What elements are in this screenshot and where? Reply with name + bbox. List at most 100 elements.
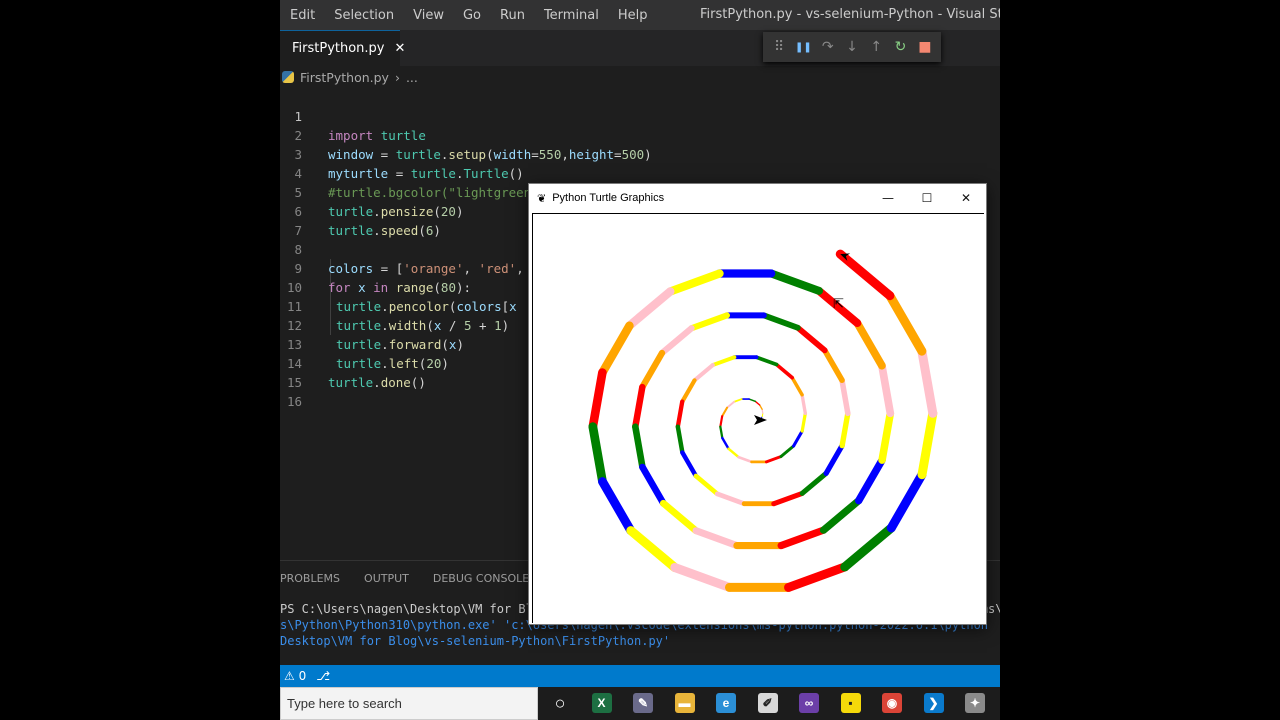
spiral-segment xyxy=(719,415,724,428)
spiral-segment xyxy=(853,319,886,370)
menu-edit[interactable]: Edit xyxy=(280,8,324,23)
cortana-icon[interactable]: ○ xyxy=(550,693,570,713)
spiral-segment xyxy=(819,496,863,534)
code-line: 4 #turtle.bgcolor("lightgreen") xyxy=(280,145,1000,200)
breadcrumb-more[interactable]: ... xyxy=(406,70,418,85)
turtle-graphics-window[interactable]: ❦ Python Turtle Graphics — ☐ ✕ ⇱ xyxy=(528,183,987,625)
spiral-segment xyxy=(917,408,938,480)
tab-firstpython[interactable]: FirstPython.py ✕ xyxy=(280,30,405,66)
vscode-window: Edit Selection View Go Run Terminal Help… xyxy=(280,0,1000,720)
stop-icon[interactable]: ■ xyxy=(916,38,934,56)
spiral-segment xyxy=(680,450,699,479)
edge-icon[interactable]: e xyxy=(716,693,736,713)
taskbar-search-input[interactable]: Type here to search xyxy=(280,687,538,720)
turtle-canvas[interactable]: ⇱ xyxy=(532,213,984,623)
status-bar: ⚠ 0 ⎇ xyxy=(280,665,1000,687)
spiral-segment xyxy=(800,393,808,415)
spiral-segment xyxy=(800,411,807,433)
breadcrumb-file[interactable]: FirstPython.py xyxy=(300,70,389,85)
spiral-segment xyxy=(737,455,753,464)
spiral-segment xyxy=(799,470,829,496)
turtle-arrow-icon xyxy=(754,415,767,425)
line-number: 16 xyxy=(286,394,302,409)
spiral-segment xyxy=(688,312,731,332)
spiral-segment xyxy=(854,456,886,505)
spiral-segment xyxy=(658,325,695,357)
spiral-segment xyxy=(598,321,634,377)
spiral-segment xyxy=(721,436,730,450)
spiral-segment xyxy=(632,383,646,430)
maximize-button[interactable]: ☐ xyxy=(907,184,947,212)
spiral-segment xyxy=(748,398,757,403)
menu-terminal[interactable]: Terminal xyxy=(534,8,608,23)
file-explorer-icon[interactable]: ▬ xyxy=(674,693,695,713)
warnings-status[interactable]: ⚠ 0 xyxy=(284,669,306,683)
visual-studio-icon[interactable]: ∞ xyxy=(799,693,819,713)
spiral-segment xyxy=(588,368,607,432)
spiral-segment xyxy=(821,347,845,384)
spiral-segment xyxy=(632,423,646,471)
minimize-button[interactable]: — xyxy=(868,184,908,212)
close-button[interactable]: ✕ xyxy=(946,184,986,212)
spiral-segment xyxy=(839,377,851,417)
spiral-segment xyxy=(639,349,666,391)
sticky-notes-icon[interactable]: ▪ xyxy=(840,693,861,713)
step-out-icon[interactable]: ↑ xyxy=(867,38,885,56)
tab-problems[interactable]: PROBLEMS xyxy=(280,572,340,585)
restart-icon[interactable]: ↻ xyxy=(892,38,910,56)
debug-toolbar: ⠿ ❚❚ ↷ ↓ ↑ ↻ ■ xyxy=(763,32,941,62)
tab-debug-console[interactable]: DEBUG CONSOLE xyxy=(433,572,529,585)
spiral-segment xyxy=(774,362,795,380)
turtle-window-titlebar[interactable]: ❦ Python Turtle Graphics — ☐ ✕ xyxy=(529,184,986,212)
menu-go[interactable]: Go xyxy=(453,8,490,23)
code-line: 2 window = turtle.setup(width=550,height… xyxy=(280,107,1000,162)
spiral-segment xyxy=(670,563,734,592)
spiral-segment xyxy=(675,424,685,455)
menu-run[interactable]: Run xyxy=(490,8,534,23)
code-line: 3 myturtle = turtle.Turtle() xyxy=(280,126,1000,181)
paint-icon[interactable]: ✎ xyxy=(633,693,653,713)
notepad-icon[interactable]: ✐ xyxy=(757,693,778,713)
vscode-icon[interactable]: ❯ xyxy=(923,693,944,713)
menu-view[interactable]: View xyxy=(403,8,453,23)
excel-icon[interactable]: X xyxy=(591,693,612,713)
menu-selection[interactable]: Selection xyxy=(324,8,403,23)
spiral-segment xyxy=(733,398,743,403)
spiral-segment xyxy=(680,378,697,404)
spiral-segment xyxy=(714,491,747,507)
spiral-segment xyxy=(719,425,724,440)
spiral-segment xyxy=(823,442,845,476)
pause-icon[interactable]: ❚❚ xyxy=(794,38,812,56)
window-title: FirstPython.py - vs-selenium-Python - Vi… xyxy=(700,7,1000,22)
remote-icon[interactable]: ⎇ xyxy=(316,669,330,683)
mouse-cursor-icon: ⇱ xyxy=(833,297,844,312)
step-over-icon[interactable]: ↷ xyxy=(819,38,837,56)
spiral-segment xyxy=(840,523,896,572)
spiral-segment xyxy=(771,490,805,507)
spiral-segment xyxy=(767,269,824,295)
drag-handle-icon[interactable]: ⠿ xyxy=(770,38,788,56)
spiral-segment xyxy=(626,526,680,573)
step-into-icon[interactable]: ↓ xyxy=(843,38,861,56)
tab-label: FirstPython.py xyxy=(292,41,385,56)
tab-close-icon[interactable]: ✕ xyxy=(395,41,406,56)
python-file-icon xyxy=(282,71,294,83)
spiral-segment xyxy=(777,526,828,550)
spiral-segment xyxy=(727,447,740,459)
tab-output[interactable]: OUTPUT xyxy=(364,572,409,585)
spiral-segment xyxy=(693,473,720,497)
windows-taskbar: Type here to search ○ X ✎ ▬ e ✐ ∞ ▪ ◉ ❯ ✦ xyxy=(280,687,1000,720)
menu-help[interactable]: Help xyxy=(608,8,657,23)
spiral-segment xyxy=(721,406,729,418)
spiral-segment xyxy=(794,324,828,354)
spiral-segment xyxy=(692,527,741,550)
breadcrumb-separator: › xyxy=(394,69,400,85)
spiral-segment xyxy=(779,444,796,459)
spiral-segment xyxy=(835,249,895,301)
spiral-segment xyxy=(886,470,927,533)
paint3d-icon[interactable]: ✦ xyxy=(965,693,985,713)
chrome-icon[interactable]: ◉ xyxy=(882,693,902,713)
spiral-segment xyxy=(754,355,779,367)
feather-icon: ❦ xyxy=(537,192,547,205)
spiral-segment xyxy=(726,400,735,409)
